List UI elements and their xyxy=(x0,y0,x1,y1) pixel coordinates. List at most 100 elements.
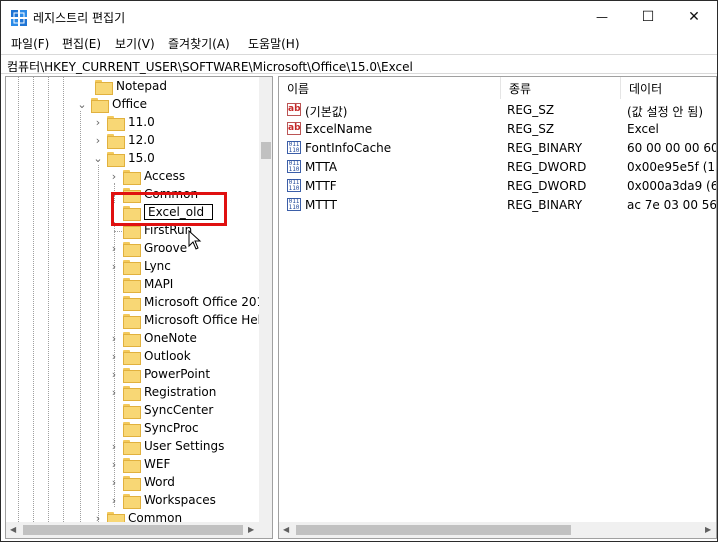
menu-edit[interactable]: 편집(E) xyxy=(62,35,101,52)
folder-icon xyxy=(123,493,141,509)
chevron-down-icon[interactable]: ⌄ xyxy=(76,95,88,113)
chevron-right-icon[interactable]: › xyxy=(108,257,120,275)
value-row[interactable]: 011 110 FontInfoCache REG_BINARY 60 00 00… xyxy=(279,139,716,158)
binary-value-icon: 011 110 xyxy=(287,179,301,192)
binary-value-icon: 011 110 xyxy=(287,141,301,154)
tree-item-wef[interactable]: › WEF xyxy=(108,455,170,473)
tree-item-mso2013[interactable]: Microsoft Office 2013 xyxy=(108,293,272,311)
tree-item-synccenter[interactable]: SyncCenter xyxy=(108,401,213,419)
column-header-name[interactable]: 이름 xyxy=(279,77,501,99)
values-horizontal-scrollbar[interactable]: ◀ ▶ xyxy=(279,522,716,538)
close-button[interactable]: ✕ xyxy=(671,1,717,33)
tree-horizontal-scrollbar[interactable]: ◀ ▶ xyxy=(6,522,259,538)
tree-item-12[interactable]: › 12.0 xyxy=(92,131,155,149)
folder-icon xyxy=(123,313,141,329)
address-bar[interactable]: 컴퓨터\HKEY_CURRENT_USER\SOFTWARE\Microsoft… xyxy=(1,54,717,74)
folder-icon xyxy=(123,241,141,257)
menu-help[interactable]: 도움말(H) xyxy=(248,35,300,52)
chevron-right-icon[interactable]: › xyxy=(108,437,120,455)
tree-item-msohelp[interactable]: Microsoft Office Help xyxy=(108,311,269,329)
menu-favorites[interactable]: 즐겨찾기(A) xyxy=(168,35,230,52)
chevron-right-icon[interactable]: › xyxy=(92,131,104,149)
scroll-left-icon[interactable]: ◀ xyxy=(283,525,289,534)
tree-item-syncproc[interactable]: SyncProc xyxy=(108,419,199,437)
tree-item-workspaces[interactable]: › Workspaces xyxy=(108,491,216,509)
folder-icon xyxy=(123,457,141,473)
tree-guide-line xyxy=(18,77,19,522)
tree-item-11[interactable]: › 11.0 xyxy=(92,113,155,131)
folder-icon xyxy=(123,331,141,347)
tree-item-office[interactable]: ⌄ Office xyxy=(76,95,147,113)
folder-icon xyxy=(123,295,141,311)
tree-guide-line xyxy=(63,77,64,522)
maximize-button[interactable]: ☐ xyxy=(625,1,671,33)
value-row[interactable]: 011 110 MTTF REG_DWORD 0x000a3da9 (67 xyxy=(279,177,716,196)
tree-item-groove[interactable]: › Groove xyxy=(108,239,187,257)
tree-item-notepad[interactable]: Notepad xyxy=(80,77,167,95)
value-row[interactable]: 011 110 MTTA REG_DWORD 0x00e95e5f (15 xyxy=(279,158,716,177)
folder-icon xyxy=(123,475,141,491)
chevron-right-icon[interactable]: › xyxy=(108,473,120,491)
chevron-right-icon[interactable]: › xyxy=(92,113,104,131)
tree-item-outlook[interactable]: › Outlook xyxy=(108,347,191,365)
folder-icon xyxy=(91,97,109,113)
tree-horizontal-scroll-thumb[interactable] xyxy=(23,525,243,535)
chevron-right-icon[interactable]: › xyxy=(108,329,120,347)
tree-item-15[interactable]: ⌄ 15.0 xyxy=(92,149,155,167)
title-bar: 레지스트리 편집기 — ☐ ✕ xyxy=(1,1,717,33)
registry-app-icon xyxy=(11,10,27,26)
binary-value-icon: 011 110 xyxy=(287,198,301,211)
chevron-right-icon[interactable]: › xyxy=(108,491,120,509)
key-tree-pane[interactable]: Notepad ⌄ Office › 11.0 › 12.0 ⌄ 15.0 › … xyxy=(5,76,273,539)
folder-icon xyxy=(123,277,141,293)
highlight-frame xyxy=(111,192,227,226)
minimize-button[interactable]: — xyxy=(579,1,625,33)
scroll-right-icon[interactable]: ▶ xyxy=(248,525,254,534)
tree-item-lync[interactable]: › Lync xyxy=(108,257,171,275)
tree-vertical-scroll-thumb[interactable] xyxy=(261,142,271,159)
chevron-right-icon[interactable]: › xyxy=(108,239,120,257)
tree-item-usersettings[interactable]: › User Settings xyxy=(108,437,224,455)
chevron-right-icon[interactable]: › xyxy=(108,365,120,383)
tree-item-word[interactable]: › Word xyxy=(108,473,175,491)
folder-icon xyxy=(123,439,141,455)
string-value-icon: ab xyxy=(287,103,301,116)
tree-guide-line xyxy=(33,77,34,522)
values-horizontal-scroll-thumb[interactable] xyxy=(296,525,571,535)
close-icon: ✕ xyxy=(688,9,700,25)
tree-item-mapi[interactable]: MAPI xyxy=(108,275,173,293)
chevron-down-icon[interactable]: ⌄ xyxy=(92,149,104,167)
tree-item-onenote[interactable]: › OneNote xyxy=(108,329,197,347)
scroll-left-icon[interactable]: ◀ xyxy=(10,525,16,534)
tree-guide-line xyxy=(80,111,81,522)
menu-file[interactable]: 파일(F) xyxy=(11,35,49,52)
value-row[interactable]: 011 110 MTTT REG_BINARY ac 7e 03 00 56 xyxy=(279,196,716,215)
folder-icon xyxy=(123,421,141,437)
tree-item-powerpoint[interactable]: › PowerPoint xyxy=(108,365,210,383)
folder-icon xyxy=(123,403,141,419)
scrollbar-corner xyxy=(259,522,272,538)
folder-icon xyxy=(123,349,141,365)
chevron-right-icon[interactable]: › xyxy=(108,455,120,473)
chevron-right-icon[interactable]: › xyxy=(108,383,120,401)
maximize-icon: ☐ xyxy=(641,9,655,25)
window-title: 레지스트리 편집기 xyxy=(33,11,126,25)
tree-item-access[interactable]: › Access xyxy=(108,167,185,185)
value-row[interactable]: ab ExcelName REG_SZ Excel xyxy=(279,120,716,139)
folder-icon xyxy=(123,385,141,401)
tree-guide-line xyxy=(98,165,99,522)
folder-icon xyxy=(95,79,113,95)
chevron-right-icon[interactable]: › xyxy=(108,347,120,365)
values-list-pane[interactable]: 이름 종류 데이터 ab (기본값) REG_SZ (값 설정 안 됨) ab … xyxy=(278,76,717,539)
address-path: 컴퓨터\HKEY_CURRENT_USER\SOFTWARE\Microsoft… xyxy=(7,60,413,74)
chevron-right-icon[interactable]: › xyxy=(108,167,120,185)
value-row[interactable]: ab (기본값) REG_SZ (값 설정 안 됨) xyxy=(279,101,716,120)
menu-view[interactable]: 보기(V) xyxy=(115,35,155,52)
column-header-type[interactable]: 종류 xyxy=(501,77,621,99)
tree-vertical-scrollbar[interactable] xyxy=(259,77,272,522)
tree-item-registration[interactable]: › Registration xyxy=(108,383,216,401)
column-header-data[interactable]: 데이터 xyxy=(621,77,716,99)
tree-guide-line xyxy=(48,77,49,522)
scroll-right-icon[interactable]: ▶ xyxy=(705,525,711,534)
binary-value-icon: 011 110 xyxy=(287,160,301,173)
